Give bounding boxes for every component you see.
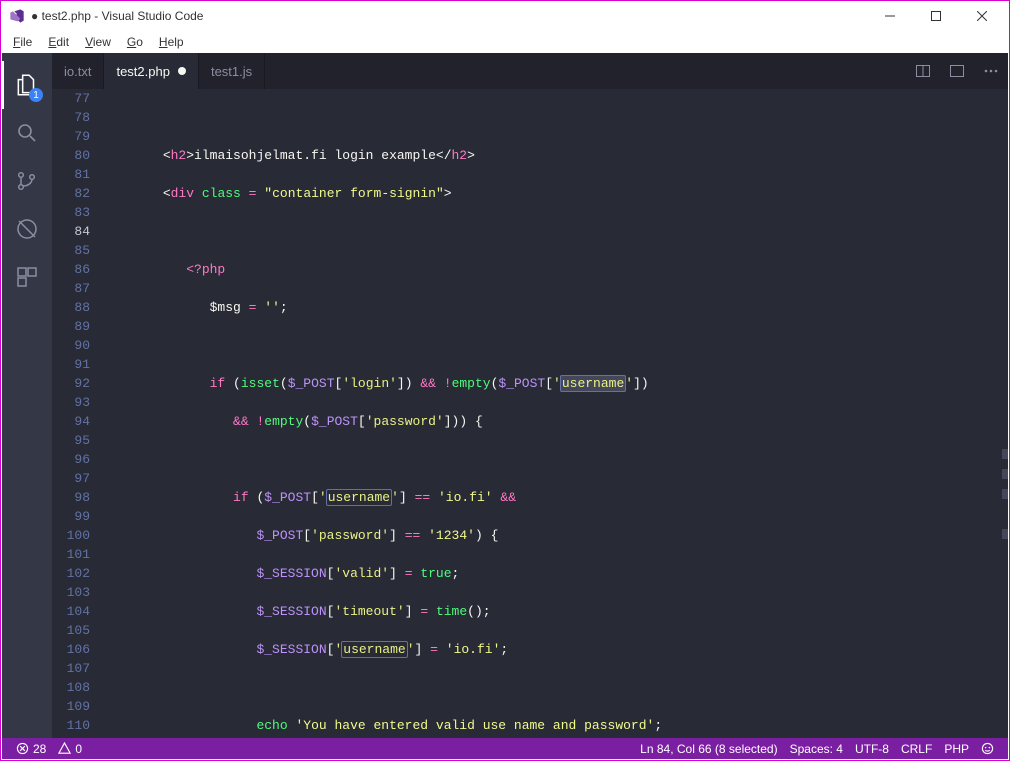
extensions-icon (15, 265, 39, 289)
editor-tab-bar: io.txt test2.php test1.js (52, 53, 1008, 89)
minimap[interactable] (998, 89, 1008, 738)
tab-test2-php[interactable]: test2.php (104, 53, 199, 89)
bug-icon (15, 217, 39, 241)
status-cursor-position[interactable]: Ln 84, Col 66 (8 selected) (634, 742, 783, 756)
menu-go[interactable]: Go (119, 33, 151, 51)
activity-debug[interactable] (2, 205, 52, 253)
status-indent[interactable]: Spaces: 4 (784, 742, 849, 756)
split-editor-button[interactable] (906, 53, 940, 89)
maximize-button[interactable] (913, 1, 959, 31)
code-content[interactable]: <h2>ilmaisohjelmat.fi login example</h2>… (108, 89, 1008, 738)
menu-edit[interactable]: Edit (40, 33, 77, 51)
branch-icon (15, 169, 39, 193)
activity-bar: 1 (2, 53, 52, 738)
menu-help[interactable]: Help (151, 33, 192, 51)
status-errors[interactable]: 28 (10, 742, 52, 756)
tab-io-txt[interactable]: io.txt (52, 53, 104, 89)
status-feedback[interactable] (975, 742, 1000, 755)
status-encoding[interactable]: UTF-8 (849, 742, 895, 756)
activity-search[interactable] (2, 109, 52, 157)
activity-explorer[interactable]: 1 (2, 61, 52, 109)
modified-dot-icon (178, 67, 186, 75)
window-title: ● test2.php - Visual Studio Code (31, 9, 203, 23)
activity-scm[interactable] (2, 157, 52, 205)
status-language[interactable]: PHP (938, 742, 975, 756)
error-icon (16, 742, 29, 755)
vscode-icon (9, 8, 25, 24)
menubar: File Edit View Go Help (1, 31, 1009, 53)
activity-extensions[interactable] (2, 253, 52, 301)
smiley-icon (981, 742, 994, 755)
minimize-button[interactable] (867, 1, 913, 31)
status-bar: 28 0 Ln 84, Col 66 (8 selected) Spaces: … (2, 738, 1008, 759)
tab-test1-js[interactable]: test1.js (199, 53, 265, 89)
window-titlebar: ● test2.php - Visual Studio Code (1, 1, 1009, 31)
warning-icon (58, 742, 71, 755)
line-number-gutter: 7778798081828384858687888990919293949596… (52, 89, 108, 738)
menu-view[interactable]: View (77, 33, 119, 51)
close-button[interactable] (959, 1, 1005, 31)
code-editor[interactable]: 7778798081828384858687888990919293949596… (52, 89, 1008, 738)
menu-file[interactable]: File (5, 33, 40, 51)
editor-layout-button[interactable] (940, 53, 974, 89)
more-actions-button[interactable] (974, 53, 1008, 89)
search-icon (15, 121, 39, 145)
explorer-badge: 1 (29, 88, 43, 102)
status-warnings[interactable]: 0 (52, 742, 88, 756)
status-eol[interactable]: CRLF (895, 742, 938, 756)
